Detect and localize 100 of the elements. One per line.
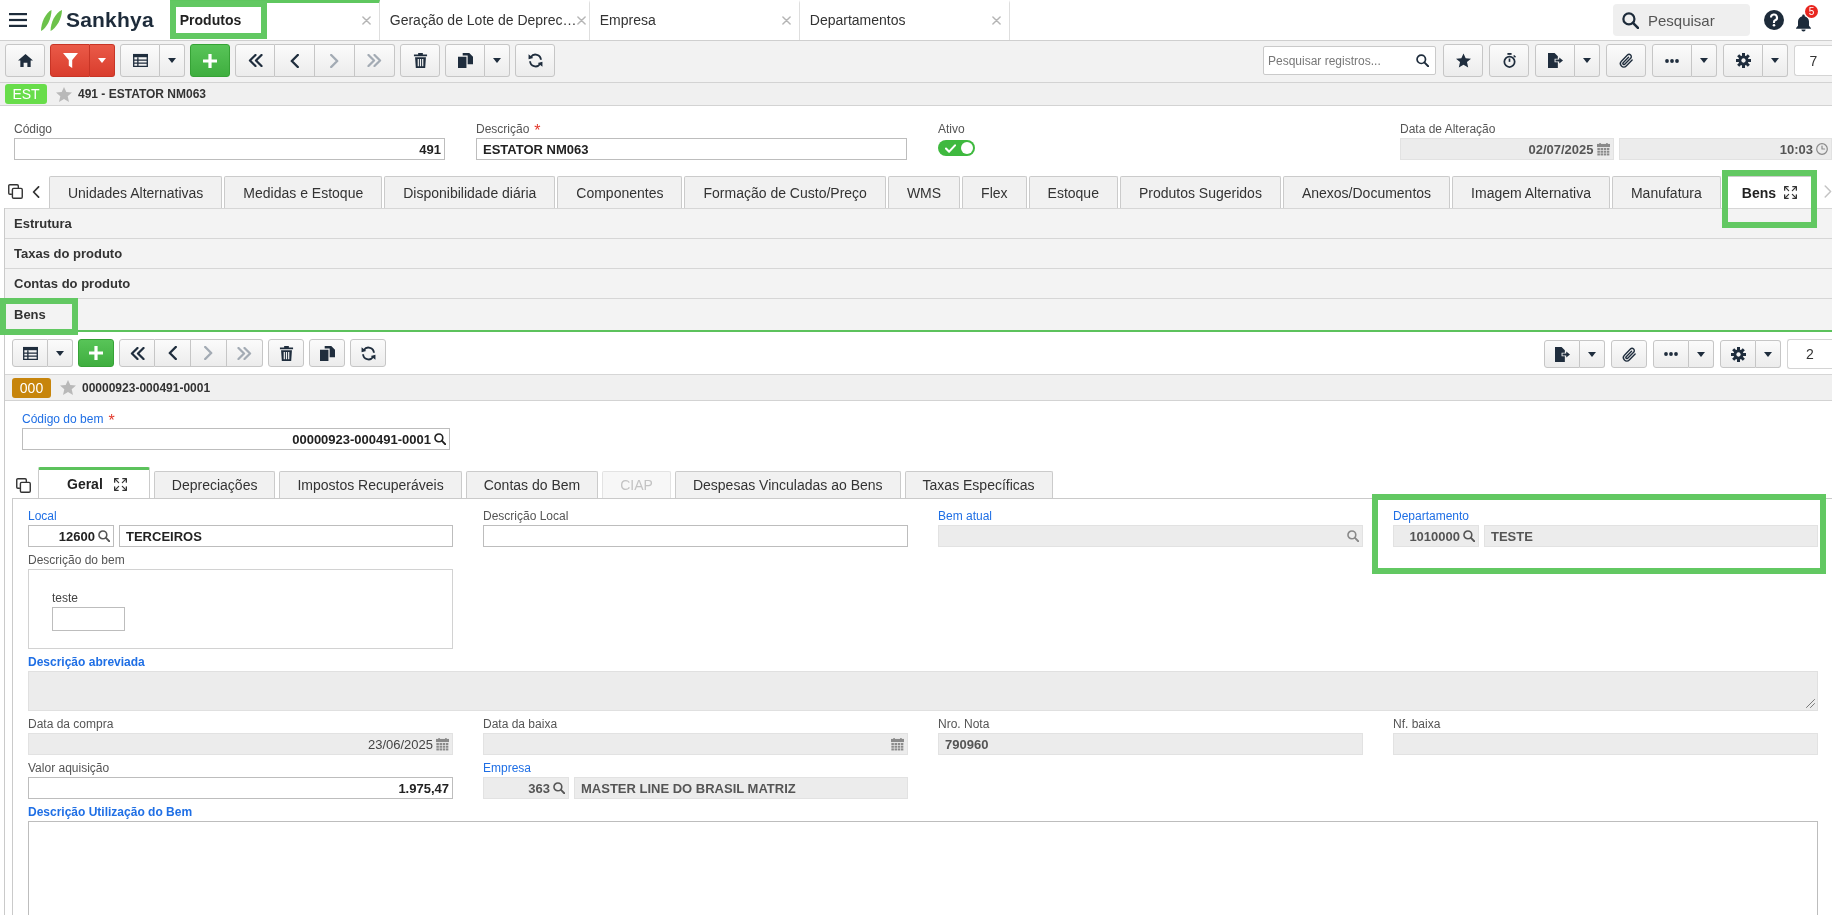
- form-tab[interactable]: Contas do Bem: [465, 471, 599, 498]
- timer-button[interactable]: [1489, 44, 1529, 77]
- expand-icon[interactable]: [113, 477, 127, 491]
- table-view-button[interactable]: [12, 339, 48, 367]
- form-tab[interactable]: Taxas Específicas: [904, 471, 1053, 498]
- first-record-button[interactable]: [119, 339, 155, 367]
- expand-icon[interactable]: [1784, 186, 1797, 199]
- open-tab[interactable]: Geração de Lote de Deprec…: [379, 0, 590, 40]
- tabs-copy-icon[interactable]: [16, 478, 31, 493]
- settings-button[interactable]: [1723, 44, 1763, 77]
- export-menu-button[interactable]: [1580, 340, 1605, 368]
- text-field[interactable]: 790960: [938, 733, 1363, 755]
- detail-tab[interactable]: Anexos/Documentos: [1282, 176, 1451, 208]
- previous-record-button[interactable]: [275, 44, 315, 77]
- copy-menu-button[interactable]: [485, 44, 510, 77]
- field-link[interactable]: Empresa: [483, 760, 532, 776]
- detail-tab[interactable]: Medidas e Estoque: [224, 176, 383, 208]
- view-menu-button[interactable]: [160, 44, 185, 77]
- more-menu-button[interactable]: [1692, 44, 1717, 77]
- textarea-field[interactable]: [28, 671, 1818, 711]
- more-button[interactable]: [1653, 340, 1689, 368]
- favorite-button[interactable]: [1443, 44, 1483, 77]
- number-field[interactable]: 1.975,47: [28, 777, 453, 799]
- copy-button[interactable]: [309, 339, 345, 367]
- date-field[interactable]: [483, 733, 908, 755]
- bell-icon[interactable]: [1795, 13, 1812, 32]
- form-tab[interactable]: Despesas Vinculadas ao Bens: [674, 471, 901, 498]
- delete-button[interactable]: [400, 44, 440, 77]
- more-menu-button[interactable]: [1689, 340, 1714, 368]
- number-field[interactable]: 491: [14, 138, 445, 160]
- detail-tab[interactable]: Flex: [962, 176, 1027, 208]
- section-header[interactable]: Taxas do produto: [5, 238, 1832, 268]
- settings-menu-button[interactable]: [1756, 340, 1781, 368]
- inline-input-field[interactable]: [52, 607, 125, 631]
- textarea-field[interactable]: [28, 821, 1818, 915]
- star-icon[interactable]: [56, 86, 72, 102]
- time-field[interactable]: 10:03: [1618, 138, 1832, 160]
- table-view-button[interactable]: [120, 44, 160, 77]
- first-record-button[interactable]: [235, 44, 275, 77]
- detail-tab[interactable]: Imagem Alternativa: [1452, 176, 1610, 208]
- detail-tab[interactable]: Manufatura: [1611, 176, 1721, 208]
- text-field[interactable]: [1393, 733, 1818, 755]
- search-field[interactable]: [938, 525, 1363, 547]
- form-tab[interactable]: Geral: [38, 467, 150, 498]
- text-field[interactable]: [483, 525, 908, 547]
- tabs-copy-icon[interactable]: [8, 184, 23, 199]
- more-button[interactable]: [1652, 44, 1692, 77]
- chevron-left-icon[interactable]: [32, 186, 40, 198]
- detail-tab[interactable]: Componentes: [557, 176, 683, 208]
- home-button[interactable]: [5, 44, 45, 77]
- form-tab[interactable]: Impostos Recuperáveis: [279, 471, 462, 498]
- lookup-description-field[interactable]: MASTER LINE DO BRASIL MATRIZ: [574, 777, 908, 799]
- detail-tab[interactable]: Disponibilidade diária: [384, 176, 556, 208]
- export-menu-button[interactable]: [1575, 44, 1600, 77]
- refresh-button[interactable]: [350, 339, 386, 367]
- field-link[interactable]: Descrição abreviada: [28, 654, 145, 670]
- form-tab[interactable]: Depreciações: [153, 471, 276, 498]
- open-tab[interactable]: Empresa: [589, 0, 800, 40]
- open-tab[interactable]: Departamentos: [799, 0, 1010, 40]
- help-icon[interactable]: [1764, 10, 1784, 30]
- date-field[interactable]: 02/07/2025: [1400, 138, 1614, 160]
- section-header[interactable]: Contas do produto: [5, 268, 1832, 298]
- field-link[interactable]: Local: [28, 508, 57, 524]
- detail-tab[interactable]: Unidades Alternativas: [48, 176, 223, 208]
- detail-tab[interactable]: Produtos Sugeridos: [1119, 176, 1281, 208]
- filter-menu-button[interactable]: [90, 44, 115, 77]
- export-button[interactable]: [1535, 44, 1575, 77]
- add-button[interactable]: [78, 339, 114, 367]
- export-button[interactable]: [1544, 340, 1580, 368]
- toggle-switch[interactable]: [938, 140, 975, 156]
- add-button[interactable]: [190, 44, 230, 77]
- settings-menu-button[interactable]: [1763, 44, 1788, 77]
- lookup-description-field[interactable]: TESTE: [1484, 525, 1818, 547]
- global-search-field[interactable]: Pesquisar: [1613, 4, 1750, 36]
- filter-button[interactable]: [50, 44, 90, 77]
- attach-button[interactable]: [1611, 340, 1647, 368]
- section-header[interactable]: Estrutura: [5, 208, 1832, 238]
- section-header[interactable]: Bens: [5, 298, 1832, 332]
- record-search-field[interactable]: Pesquisar registros...: [1263, 46, 1436, 75]
- lookup-code-field[interactable]: 1010000: [1393, 525, 1479, 547]
- resize-handle-icon[interactable]: [1806, 699, 1815, 708]
- search-field[interactable]: 00000923-000491-0001: [22, 428, 450, 450]
- attach-button[interactable]: [1606, 44, 1646, 77]
- star-icon[interactable]: [60, 380, 76, 395]
- field-link[interactable]: Descrição Utilização do Bem: [28, 804, 193, 820]
- lookup-code-field[interactable]: 12600: [28, 525, 114, 547]
- detail-tab[interactable]: Formação de Custo/Preço: [684, 176, 886, 208]
- refresh-button[interactable]: [515, 44, 555, 77]
- text-field[interactable]: ESTATOR NM063: [476, 138, 907, 160]
- delete-button[interactable]: [268, 339, 304, 367]
- field-link[interactable]: Bem atual: [938, 508, 993, 524]
- view-menu-button[interactable]: [48, 339, 73, 367]
- lookup-description-field[interactable]: TERCEIROS: [119, 525, 453, 547]
- detail-tab[interactable]: WMS: [887, 176, 961, 208]
- settings-button[interactable]: [1720, 340, 1756, 368]
- lookup-code-field[interactable]: 363: [483, 777, 569, 799]
- copy-button[interactable]: [445, 44, 485, 77]
- field-link[interactable]: Departamento: [1393, 508, 1470, 524]
- field-link[interactable]: Código do bem: [22, 411, 104, 427]
- previous-record-button[interactable]: [155, 339, 191, 367]
